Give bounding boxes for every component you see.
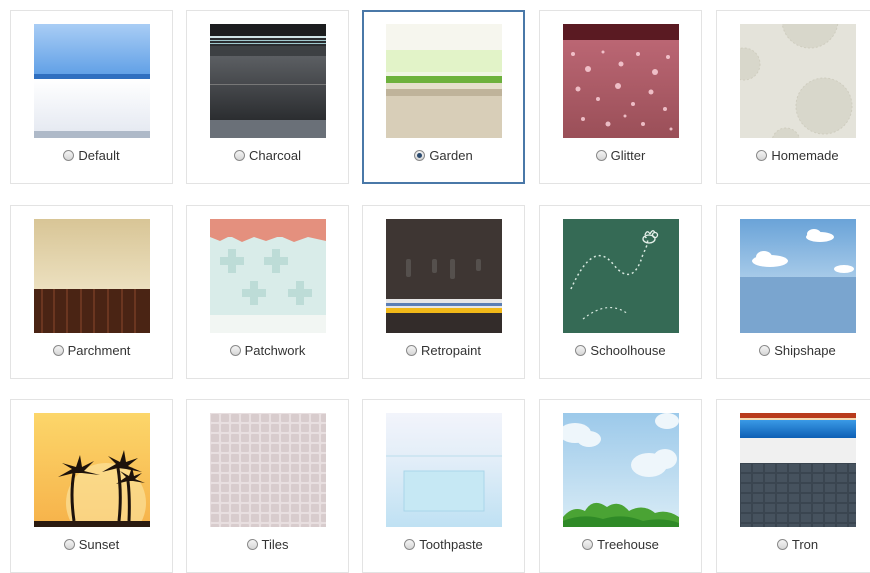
theme-option[interactable]: Treehouse <box>540 537 701 552</box>
theme-card-default[interactable]: Default <box>10 10 173 184</box>
theme-option[interactable]: Retropaint <box>363 343 524 358</box>
theme-card-garden[interactable]: Garden <box>362 10 525 184</box>
theme-label: Treehouse <box>597 537 659 552</box>
theme-label: Patchwork <box>244 343 306 358</box>
default-theme-preview <box>34 24 150 138</box>
theme-card-toothpaste[interactable]: Toothpaste <box>362 399 525 573</box>
radio-button[interactable] <box>756 150 768 161</box>
theme-option[interactable]: Patchwork <box>187 343 348 358</box>
theme-label: Homemade <box>771 148 839 163</box>
theme-label: Shipshape <box>774 343 836 358</box>
theme-option[interactable]: Tron <box>717 537 870 552</box>
theme-option[interactable]: Glitter <box>540 148 701 163</box>
theme-label: Parchment <box>67 343 131 358</box>
theme-card-schoolhouse[interactable]: Schoolhouse <box>539 205 702 379</box>
radio-button[interactable] <box>63 150 75 161</box>
theme-card-treehouse[interactable]: Treehouse <box>539 399 702 573</box>
theme-option[interactable]: Parchment <box>11 343 172 358</box>
theme-option[interactable]: Default <box>11 148 172 163</box>
theme-picker-grid: Default Charcoal Garden Glitter Homemade… <box>0 0 870 573</box>
radio-button[interactable] <box>63 539 75 550</box>
theme-option[interactable]: Schoolhouse <box>540 343 701 358</box>
theme-option[interactable]: Charcoal <box>187 148 348 163</box>
theme-label: Schoolhouse <box>590 343 666 358</box>
radio-button[interactable] <box>233 150 245 161</box>
theme-option[interactable]: Homemade <box>717 148 870 163</box>
parchment-theme-preview <box>34 219 150 333</box>
theme-option[interactable]: Garden <box>364 148 523 163</box>
radio-button[interactable] <box>582 539 594 550</box>
theme-option[interactable]: Tiles <box>187 537 348 552</box>
theme-label: Default <box>78 148 120 163</box>
theme-label: Retropaint <box>421 343 481 358</box>
tiles-theme-preview <box>210 413 326 527</box>
radio-button[interactable] <box>759 345 771 356</box>
theme-label: Garden <box>429 148 473 163</box>
homemade-theme-preview <box>740 24 856 138</box>
theme-card-tron[interactable]: Tron <box>716 399 870 573</box>
theme-card-retropaint[interactable]: Retropaint <box>362 205 525 379</box>
theme-label: Charcoal <box>248 148 302 163</box>
theme-card-parchment[interactable]: Parchment <box>10 205 173 379</box>
glitter-theme-preview <box>563 24 679 138</box>
theme-card-homemade[interactable]: Homemade <box>716 10 870 184</box>
theme-label: Toothpaste <box>419 537 483 552</box>
schoolhouse-theme-preview <box>563 219 679 333</box>
radio-button[interactable] <box>229 345 241 356</box>
theme-label: Tron <box>791 537 819 552</box>
sunset-theme-preview <box>34 413 150 527</box>
theme-label: Glitter <box>610 148 646 163</box>
radio-button[interactable] <box>414 150 426 161</box>
radio-button[interactable] <box>776 539 788 550</box>
garden-theme-preview <box>386 24 502 138</box>
treehouse-theme-preview <box>563 413 679 527</box>
theme-option[interactable]: Sunset <box>11 537 172 552</box>
shipshape-theme-preview <box>740 219 856 333</box>
radio-button[interactable] <box>595 150 607 161</box>
radio-button[interactable] <box>406 345 417 356</box>
theme-card-tiles[interactable]: Tiles <box>186 399 349 573</box>
radio-button[interactable] <box>404 539 416 550</box>
theme-option[interactable]: Toothpaste <box>363 537 524 552</box>
theme-card-patchwork[interactable]: Patchwork <box>186 205 349 379</box>
theme-label: Tiles <box>261 537 289 552</box>
retropaint-theme-preview <box>386 219 502 333</box>
charcoal-theme-preview <box>210 24 326 138</box>
theme-option[interactable]: Shipshape <box>717 343 870 358</box>
theme-card-glitter[interactable]: Glitter <box>539 10 702 184</box>
theme-card-charcoal[interactable]: Charcoal <box>186 10 349 184</box>
patchwork-theme-preview <box>210 219 326 333</box>
tron-theme-preview <box>740 413 856 527</box>
theme-label: Sunset <box>78 537 120 552</box>
theme-card-shipshape[interactable]: Shipshape <box>716 205 870 379</box>
radio-button[interactable] <box>52 345 64 356</box>
radio-button[interactable] <box>246 539 258 550</box>
toothpaste-theme-preview <box>386 413 502 527</box>
theme-card-sunset[interactable]: Sunset <box>10 399 173 573</box>
radio-button[interactable] <box>575 345 587 356</box>
